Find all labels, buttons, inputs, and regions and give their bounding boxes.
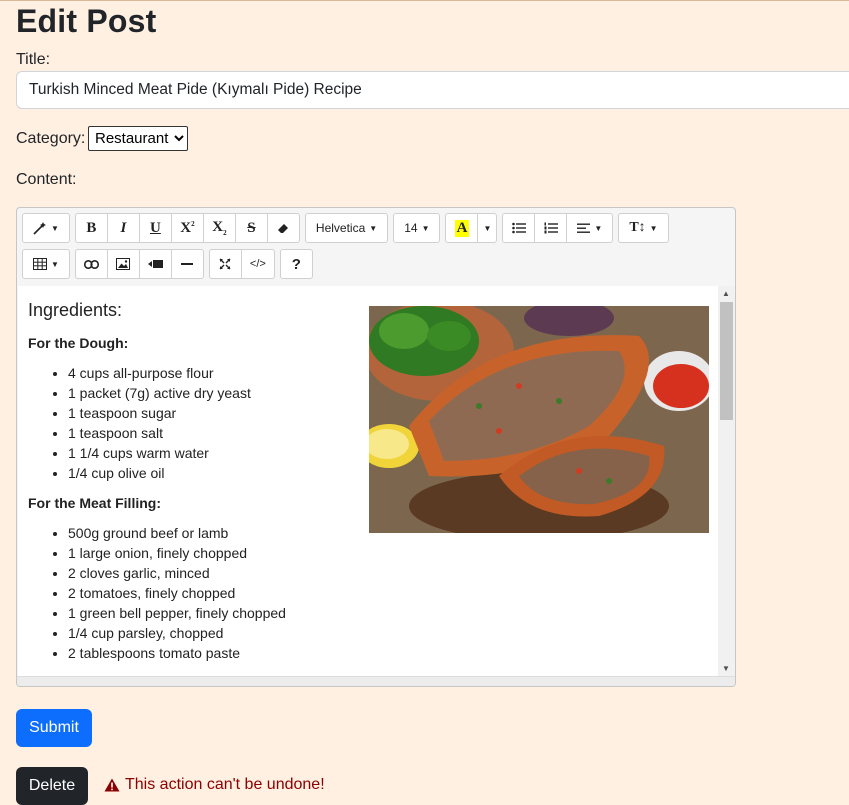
list-item: 4 cups all-purpose flour [68,363,358,383]
italic-icon: I [120,219,127,236]
font-family-dropdown[interactable]: Helvetica ▼ [304,213,389,243]
title-label: Title: [16,51,51,68]
align-left-icon [577,223,591,233]
delete-warning: This action can't be undone! [104,776,325,794]
code-view-button[interactable]: </> [240,249,275,279]
dough-subheading: For the Dough: [28,335,129,351]
chevron-down-icon: ▼ [51,259,59,269]
content-body: Ingredients: For the Dough: 4 cups all-p… [28,300,358,675]
editor-resize-bar[interactable] [17,676,735,686]
scroll-down-icon[interactable]: ▼ [722,664,730,673]
strikethrough-button[interactable]: S [234,213,268,243]
font-size-value: 14 [404,221,418,235]
eraser-icon [278,224,289,233]
insert-image-button[interactable] [106,249,140,279]
page-title: Edit Post [16,3,157,39]
magic-wand-icon [33,222,46,235]
chevron-down-icon: ▼ [649,223,658,233]
warning-text: This action can't be undone! [125,776,325,793]
superscript-button[interactable]: X2 [170,213,204,243]
link-icon [83,259,99,269]
content-label: Content: [16,171,77,188]
chevron-down-icon: ▼ [594,223,603,233]
text-height-icon: T↕ [629,220,646,235]
paragraph-align-dropdown[interactable]: ▼ [566,213,614,243]
font-family-value: Helvetica [315,221,366,235]
table-icon [33,258,47,270]
underline-icon: U [150,219,161,236]
numbered-list-icon [544,222,558,234]
warning-triangle-icon [104,778,120,792]
scroll-thumb[interactable] [720,302,733,420]
ordered-list-button[interactable] [534,213,568,243]
editor-content-area[interactable]: Ingredients: For the Dough: 4 cups all-p… [18,286,718,676]
rich-text-editor: ▼ B I U X2 X2 S Helvetica ▼ 14 ▼ A ▼ ▼ T… [16,207,736,687]
unordered-list-button[interactable] [502,213,536,243]
horizontal-rule-icon [181,263,194,265]
list-item: 1 1/4 cups warm water [68,443,358,463]
insert-video-button[interactable] [138,249,172,279]
bold-button[interactable]: B [74,213,108,243]
bullet-list-icon [512,222,526,234]
list-item: 1 teaspoon salt [68,423,358,443]
chevron-down-icon: ▼ [369,223,378,233]
fullscreen-button[interactable] [208,249,242,279]
toolbar-row-2: ▼ </> ? [22,249,313,279]
list-item: 1 green bell pepper, finely chopped [68,603,358,623]
code-icon: </> [249,258,266,270]
text-color-dropdown[interactable]: ▼ [477,213,498,243]
dough-list: 4 cups all-purpose flour 1 packet (7g) a… [28,363,358,483]
text-color-icon: A [454,219,470,237]
subscript-button[interactable]: X2 [202,213,236,243]
title-input[interactable] [16,71,849,109]
recipe-photo[interactable] [369,306,709,533]
insert-link-button[interactable] [74,249,108,279]
horizontal-rule-button[interactable] [170,249,204,279]
line-height-dropdown[interactable]: T↕ ▼ [618,213,669,243]
help-button[interactable]: ? [279,249,313,279]
font-size-dropdown[interactable]: 14 ▼ [393,213,441,243]
category-label: Category: [16,130,86,147]
filling-list: 500g ground beef or lamb 1 large onion, … [28,523,358,663]
ingredients-heading: Ingredients: [28,300,123,320]
underline-button[interactable]: U [138,213,172,243]
strikethrough-icon: S [247,219,256,236]
chevron-down-icon: ▼ [421,223,430,233]
list-item: 1 teaspoon sugar [68,403,358,423]
list-item: 500g ground beef or lamb [68,523,358,543]
filling-subheading: For the Meat Filling: [28,495,161,511]
editor-scrollbar[interactable]: ▲ ▼ [718,286,735,676]
fullscreen-icon [219,258,231,270]
superscript-icon: X2 [180,219,195,236]
list-item: 2 tablespoons tomato paste [68,643,358,663]
chevron-down-icon: ▼ [483,223,492,233]
clear-format-button[interactable] [266,213,300,243]
bold-icon: B [86,219,97,236]
list-item: 1 packet (7g) active dry yeast [68,383,358,403]
italic-button[interactable]: I [106,213,140,243]
help-icon: ? [291,255,301,273]
list-item: 1/4 cup parsley, chopped [68,623,358,643]
list-item: 1 large onion, finely chopped [68,543,358,563]
toolbar-row-1: ▼ B I U X2 X2 S Helvetica ▼ 14 ▼ A ▼ ▼ T… [22,213,669,243]
image-icon [116,258,131,270]
list-item: 1/4 cup olive oil [68,463,358,483]
submit-button[interactable]: Submit [16,709,92,747]
list-item: 2 cloves garlic, minced [68,563,358,583]
text-color-button[interactable]: A [445,213,479,243]
delete-button[interactable]: Delete [16,767,88,805]
chevron-down-icon: ▼ [51,223,59,233]
list-item: 2 tomatoes, finely chopped [68,583,358,603]
table-dropdown[interactable]: ▼ [22,249,70,279]
video-icon [147,260,163,268]
subscript-icon: X2 [212,219,227,237]
style-button[interactable]: ▼ [22,213,70,243]
scroll-up-icon[interactable]: ▲ [722,289,730,298]
category-select[interactable]: Restaurant [88,126,188,151]
